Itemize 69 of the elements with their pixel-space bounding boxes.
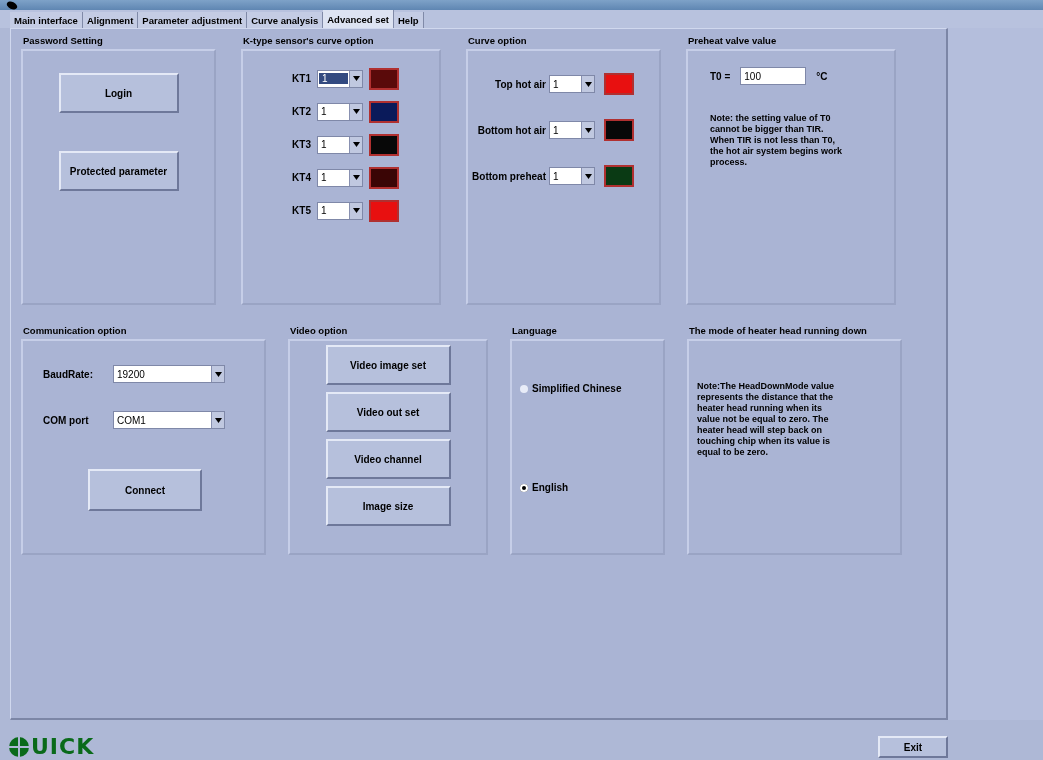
group-title: Password Setting: [22, 35, 104, 48]
note-text: Note: the setting value of T0 cannot be bigger than TIR. When TIR is not less than T0, the hot air system begins work process.: [710, 113, 844, 168]
caret-icon: [352, 76, 360, 81]
caret-icon: [352, 175, 360, 180]
dropdown[interactable]: 1: [317, 102, 363, 121]
caret-icon: [584, 81, 592, 87]
action-button[interactable]: Protected parameter: [58, 151, 179, 191]
tab[interactable]: Main interface: [10, 12, 83, 28]
field-label: COM port: [43, 414, 90, 426]
color-swatch[interactable]: [369, 199, 399, 222]
color-swatch[interactable]: [604, 119, 634, 141]
group-title: The mode of heater head running down: [688, 325, 868, 338]
color-swatch[interactable]: [369, 67, 399, 90]
field-label: Bottom preheat: [472, 170, 546, 182]
dropdown[interactable]: 1: [317, 168, 363, 187]
dropdown[interactable]: 1: [317, 201, 363, 220]
group-title: Preheat valve value: [687, 35, 778, 48]
dropdown[interactable]: 1: [549, 167, 595, 185]
logo-text: UICK: [31, 736, 95, 758]
field-label: KT5: [291, 205, 311, 216]
group-title: Language: [511, 325, 558, 338]
field-label: BaudRate:: [43, 368, 94, 380]
caret-icon: [584, 127, 592, 133]
caret-icon: [214, 417, 222, 423]
field-label: KT4: [291, 172, 311, 183]
dropdown[interactable]: COM1: [113, 411, 225, 429]
group-title: K-type sensor's curve option: [242, 35, 375, 48]
color-swatch[interactable]: [369, 133, 399, 156]
radio-option[interactable]: English: [520, 482, 663, 493]
caret-icon: [584, 173, 592, 179]
radio-option[interactable]: Simplified Chinese: [520, 383, 663, 394]
tab[interactable]: Parameter adjustment: [138, 12, 248, 28]
field-label: KT1: [291, 73, 311, 84]
connect-button[interactable]: Connect: [88, 469, 202, 511]
group-title: Curve option: [467, 35, 528, 48]
action-button[interactable]: Login: [58, 73, 179, 113]
caret-icon: [352, 208, 360, 213]
dropdown[interactable]: 1: [549, 121, 595, 139]
tab[interactable]: Advanced set: [323, 10, 394, 28]
action-button[interactable]: Image size: [325, 486, 451, 526]
caret-icon: [214, 371, 222, 377]
dropdown[interactable]: 19200: [113, 365, 225, 383]
note-text: Note:The HeadDownMode value represents the distance that the heater head running when its value not be equal to zero. The heater head will step back on touching chip when its value is equal to be zero.: [697, 381, 835, 458]
caret-icon: [352, 142, 360, 147]
action-button[interactable]: Video channel: [325, 439, 451, 479]
action-button[interactable]: Video image set: [325, 345, 451, 385]
group-title: Communication option: [22, 325, 128, 338]
action-button[interactable]: Video out set: [325, 392, 451, 432]
tab[interactable]: Help: [394, 12, 424, 28]
exit-button[interactable]: Exit: [878, 736, 948, 758]
field-label: KT3: [291, 139, 311, 150]
field-label: Top hot air: [495, 78, 546, 90]
input-field[interactable]: 100: [740, 67, 807, 85]
caret-icon: [352, 109, 360, 114]
color-swatch[interactable]: [369, 166, 399, 189]
field-label: KT2: [291, 106, 311, 117]
color-swatch[interactable]: [604, 73, 634, 95]
tab[interactable]: Curve analysis: [247, 12, 324, 28]
group-title: Video option: [289, 325, 349, 338]
tab[interactable]: Alignment: [82, 12, 139, 28]
unit-label: °C: [816, 70, 828, 82]
dropdown[interactable]: 1: [317, 135, 363, 154]
color-swatch[interactable]: [604, 165, 634, 187]
field-label: T0 =: [710, 70, 731, 82]
dropdown[interactable]: 1: [317, 69, 363, 88]
app-icon: [6, 0, 18, 10]
field-label: Bottom hot air: [477, 124, 546, 136]
color-swatch[interactable]: [369, 100, 399, 123]
dropdown[interactable]: 1: [549, 75, 595, 93]
